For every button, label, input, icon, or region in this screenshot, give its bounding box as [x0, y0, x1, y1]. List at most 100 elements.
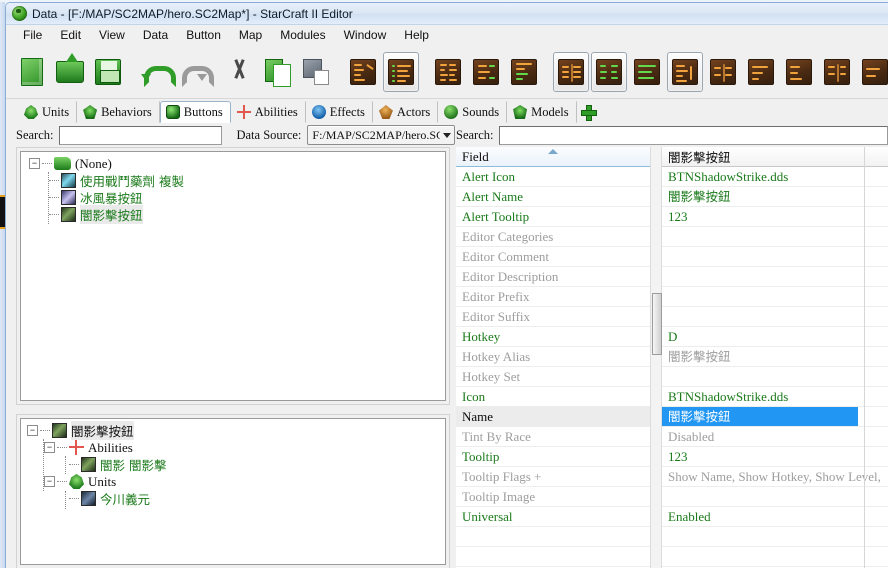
- import-module-button[interactable]: [468, 52, 504, 92]
- value-cell[interactable]: [662, 267, 888, 287]
- tab-effects[interactable]: Effects: [306, 101, 373, 123]
- menu-item-modules[interactable]: Modules: [271, 26, 334, 44]
- columns-button[interactable]: [819, 52, 855, 92]
- value-cell[interactable]: Enabled: [662, 507, 888, 527]
- usage-item-unit[interactable]: 今川義元: [21, 490, 445, 507]
- tab-buttons[interactable]: Buttons: [159, 101, 231, 123]
- tab-behaviors[interactable]: Behaviors: [77, 101, 160, 123]
- field-cell[interactable]: Editor Categories: [456, 227, 650, 247]
- tree-item-blizzard-button[interactable]: 冰風暴按鈕: [21, 189, 445, 206]
- field-cell[interactable]: Alert Icon: [456, 167, 650, 187]
- new-document-button[interactable]: [14, 52, 50, 92]
- field-cell[interactable]: Editor Comment: [456, 247, 650, 267]
- field-cell[interactable]: Editor Prefix: [456, 287, 650, 307]
- list-view-button[interactable]: [591, 51, 627, 92]
- tab-models[interactable]: Models: [507, 101, 577, 123]
- field-cell[interactable]: [456, 547, 650, 567]
- value-cell[interactable]: 123: [662, 447, 888, 467]
- text-module-button[interactable]: [553, 51, 589, 92]
- paste-button[interactable]: [298, 52, 334, 92]
- table-view-button[interactable]: [667, 51, 703, 92]
- field-cell[interactable]: Name: [456, 407, 650, 427]
- field-cell[interactable]: Hotkey Alias: [456, 347, 650, 367]
- object-usage-tree[interactable]: − 闇影擊按鈕 − Abilities 闇影 闇影擊 − Units 今川義元: [20, 418, 446, 565]
- menu-item-button[interactable]: Button: [177, 26, 230, 44]
- collapse-toggle-icon[interactable]: −: [44, 442, 55, 453]
- copy-button[interactable]: [260, 52, 296, 92]
- field-cell[interactable]: Tooltip Image: [456, 487, 650, 507]
- add-tab-button[interactable]: [577, 101, 599, 123]
- value-cell[interactable]: Disabled: [662, 427, 888, 447]
- xml-view-button[interactable]: [629, 52, 665, 92]
- value-cell[interactable]: [662, 227, 888, 247]
- field-cell[interactable]: Alert Tooltip: [456, 207, 650, 227]
- field-cell[interactable]: Editor Suffix: [456, 307, 650, 327]
- menu-item-file[interactable]: File: [14, 26, 51, 44]
- usage-root-shadow-strike-button[interactable]: − 闇影擊按鈕: [21, 421, 445, 440]
- tab-units[interactable]: Units: [18, 101, 78, 123]
- tab-abilities[interactable]: Abilities: [231, 101, 306, 123]
- grid-vertical-scrollbar[interactable]: [650, 147, 662, 568]
- menu-item-window[interactable]: Window: [335, 26, 396, 44]
- tab-actors[interactable]: Actors: [373, 101, 439, 123]
- value-cell[interactable]: 123: [662, 207, 888, 227]
- menu-item-map[interactable]: Map: [230, 26, 271, 44]
- value-cell[interactable]: BTNShadowStrike.dds: [662, 167, 888, 187]
- usage-item-shadow-strike-ability[interactable]: 闇影 闇影擊: [21, 456, 445, 473]
- data-source-dropdown[interactable]: F:/MAP/SC2MAP/hero.SC2: [307, 125, 456, 145]
- field-cell[interactable]: Icon: [456, 387, 650, 407]
- field-cell[interactable]: Universal: [456, 507, 650, 527]
- value-cell[interactable]: 闇影擊按鈕: [662, 187, 888, 207]
- cut-button[interactable]: [222, 52, 258, 92]
- undo-button[interactable]: [137, 52, 176, 92]
- field-cell[interactable]: Alert Name: [456, 187, 650, 207]
- tree-item-combat-potion[interactable]: 使用戰鬥藥劑 複製: [21, 172, 445, 189]
- trigger-module-button[interactable]: [383, 51, 419, 92]
- collapse-toggle-icon[interactable]: −: [27, 425, 38, 436]
- menu-item-help[interactable]: Help: [395, 26, 438, 44]
- value-cell[interactable]: [662, 547, 888, 567]
- menu-item-view[interactable]: View: [90, 26, 134, 44]
- usage-group-units[interactable]: − Units: [21, 473, 445, 490]
- field-cell[interactable]: Hotkey Set: [456, 367, 650, 387]
- export-button[interactable]: [781, 52, 817, 92]
- tree-item-shadow-strike-button[interactable]: 闇影擊按鈕: [21, 205, 445, 224]
- tab-sounds[interactable]: Sounds: [438, 101, 508, 123]
- value-cell[interactable]: [662, 247, 888, 267]
- button-list-tree[interactable]: − (None) 使用戰鬥藥劑 複製 冰風暴按鈕 闇影擊按鈕: [20, 151, 446, 401]
- field-cell[interactable]: [456, 527, 650, 547]
- usage-group-abilities[interactable]: − Abilities: [21, 439, 445, 456]
- value-column-divider[interactable]: [864, 147, 865, 568]
- tree-view-button[interactable]: [705, 52, 741, 92]
- field-cell[interactable]: Hotkey: [456, 327, 650, 347]
- right-search-input[interactable]: [499, 125, 888, 145]
- ai-module-button[interactable]: [506, 52, 542, 92]
- value-cell[interactable]: [662, 527, 888, 547]
- value-cell[interactable]: D: [662, 327, 888, 347]
- field-cell[interactable]: Tint By Race: [456, 427, 650, 447]
- value-cell[interactable]: 闇影擊按鈕: [662, 407, 888, 427]
- value-cell[interactable]: [662, 367, 888, 387]
- open-document-button[interactable]: [52, 52, 88, 92]
- more-button[interactable]: [857, 52, 888, 92]
- filter-button[interactable]: [743, 52, 779, 92]
- save-document-button[interactable]: [90, 52, 126, 92]
- collapse-toggle-icon[interactable]: −: [29, 158, 40, 169]
- data-module-button[interactable]: [430, 52, 466, 92]
- field-cell[interactable]: Tooltip: [456, 447, 650, 467]
- terrain-module-button[interactable]: [345, 52, 381, 92]
- field-cell[interactable]: Tooltip Flags +: [456, 467, 650, 487]
- scrollbar-thumb[interactable]: [652, 293, 662, 355]
- value-cell[interactable]: [662, 487, 888, 507]
- value-column-header[interactable]: 闇影擊按鈕: [662, 147, 888, 167]
- field-cell[interactable]: Editor Description: [456, 267, 650, 287]
- field-column-header[interactable]: Field: [456, 147, 650, 167]
- value-cell[interactable]: [662, 307, 888, 327]
- collapse-toggle-icon[interactable]: −: [44, 476, 55, 487]
- left-search-input[interactable]: [59, 125, 223, 145]
- redo-button[interactable]: [175, 52, 214, 92]
- value-cell[interactable]: BTNShadowStrike.dds: [662, 387, 888, 407]
- menu-item-edit[interactable]: Edit: [51, 26, 90, 44]
- value-cell[interactable]: [662, 287, 888, 307]
- tree-item-none-root[interactable]: − (None): [21, 155, 445, 172]
